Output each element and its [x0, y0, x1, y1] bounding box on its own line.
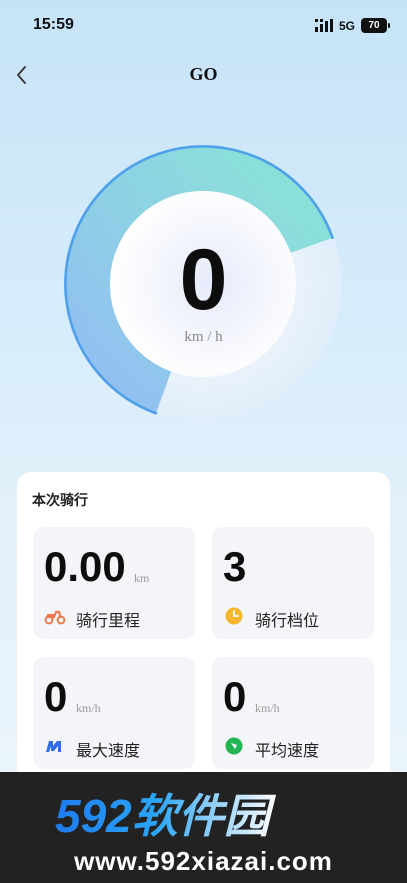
svg-text:592软件园: 592软件园	[55, 792, 277, 840]
ride-stats-card: 本次骑行 0.00 km 骑行里程 3 骑行档位 0 km/h 最大速度 0 k…	[17, 472, 390, 784]
watermark-logo: 592软件园	[55, 792, 277, 840]
current-speed-value: 0	[179, 232, 228, 328]
max-speed-label: 最大速度	[76, 743, 141, 760]
current-speed-unit: km / h	[184, 329, 223, 345]
page-title: GO	[189, 64, 218, 84]
card-title: 本次骑行	[32, 492, 88, 508]
compass-icon	[225, 737, 243, 755]
watermark-url: www.592xiazai.com	[74, 846, 333, 876]
avg-speed-tile: 0 km/h 平均速度	[212, 657, 374, 769]
status-bar: 15:59 5G 70	[0, 0, 407, 50]
max-speed-tile: 0 km/h 最大速度	[33, 657, 195, 769]
gear-value: 3	[223, 543, 247, 590]
signal-icon	[315, 19, 333, 32]
brand-m-icon	[46, 741, 61, 752]
avg-speed-value: 0	[223, 673, 247, 720]
max-speed-value: 0	[44, 673, 68, 720]
watermark-banner: 592软件园 www.592xiazai.com	[0, 772, 407, 883]
avg-speed-unit: km/h	[255, 701, 280, 715]
clock-icon	[225, 607, 243, 625]
gear-label: 骑行档位	[255, 613, 320, 630]
distance-label: 骑行里程	[76, 613, 141, 630]
battery-icon: 70	[361, 18, 390, 33]
avg-speed-label: 平均速度	[255, 743, 320, 760]
distance-unit: km	[134, 571, 150, 585]
scooter-icon	[44, 610, 66, 625]
max-speed-unit: km/h	[76, 701, 101, 715]
ride-gear-tile: 3 骑行档位	[212, 527, 374, 639]
distance-value: 0.00	[44, 543, 126, 590]
status-time: 15:59	[33, 16, 74, 33]
ride-distance-tile: 0.00 km 骑行里程	[33, 527, 195, 639]
network-type: 5G	[339, 19, 356, 33]
